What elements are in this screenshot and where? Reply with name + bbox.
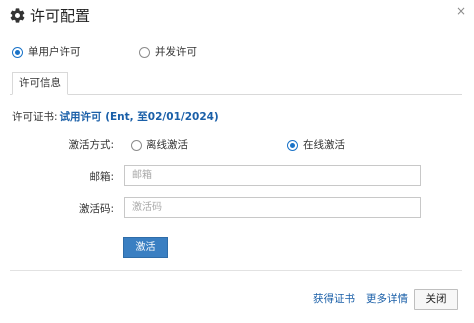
concurrent-license-label[interactable]: 并发许可 <box>155 45 197 59</box>
dialog-title: 许可配置 <box>30 7 91 25</box>
single-user-license-radio[interactable] <box>12 47 23 58</box>
license-cert-line: 许可证书: 试用许可 (Ent, 至02/01/2024) <box>12 110 219 124</box>
dialog-titlebar: 许可配置 × <box>0 0 474 34</box>
license-config-dialog: 许可配置 × 单用户许可 并发许可 许可信息 许可证书: 试用许可 (Ent, 至… <box>0 0 474 323</box>
email-label: 邮箱: <box>89 171 114 183</box>
activation-code-field[interactable] <box>124 197 421 218</box>
activation-method-label: 激活方式: <box>68 139 114 151</box>
tab-strip-divider <box>10 94 462 95</box>
online-activation-radio[interactable] <box>287 140 298 151</box>
activation-code-label: 激活码: <box>78 203 114 215</box>
license-cert-value: 试用许可 (Ent, 至02/01/2024) <box>59 111 219 123</box>
activate-button[interactable]: 激活 <box>123 237 168 258</box>
single-user-license-label[interactable]: 单用户许可 <box>28 45 81 59</box>
concurrent-license-radio[interactable] <box>139 47 150 58</box>
more-details-link[interactable]: 更多详情 <box>366 292 408 306</box>
get-license-link[interactable]: 获得证书 <box>313 292 355 306</box>
close-icon[interactable]: × <box>456 4 466 18</box>
email-field[interactable] <box>124 165 421 186</box>
tab-license-info[interactable]: 许可信息 <box>12 72 68 95</box>
gear-icon <box>9 7 26 24</box>
footer-divider <box>10 270 462 271</box>
online-activation-label[interactable]: 在线激活 <box>303 138 345 152</box>
offline-activation-label[interactable]: 离线激活 <box>146 138 188 152</box>
close-button[interactable]: 关闭 <box>414 289 458 310</box>
license-cert-label: 许可证书: <box>12 111 58 123</box>
offline-activation-radio[interactable] <box>131 140 142 151</box>
